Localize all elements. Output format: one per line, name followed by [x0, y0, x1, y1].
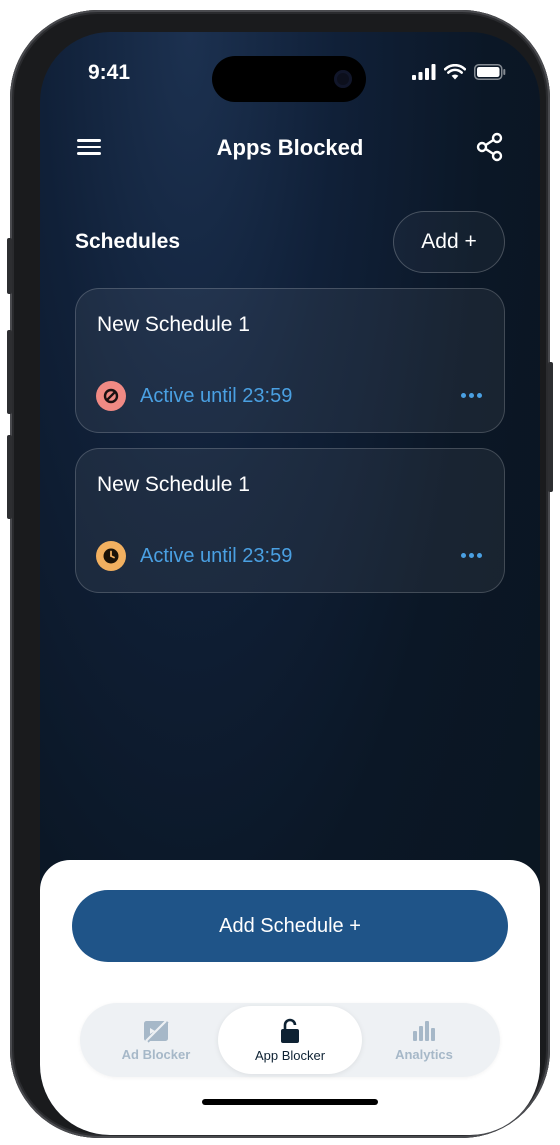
block-icon: [96, 381, 126, 411]
mute-switch: [7, 238, 12, 294]
schedule-title: New Schedule 1: [97, 313, 250, 336]
phone-frame: 9:41 Apps Blocked Schedules Add + New Sc…: [7, 10, 553, 1138]
dynamic-island: [212, 56, 366, 102]
status-time: 9:41: [88, 61, 131, 84]
tab-app-blocker[interactable]: App Blocker: [218, 1006, 362, 1074]
tab-label: App Blocker: [254, 1047, 326, 1063]
front-camera: [334, 70, 352, 88]
volume-up-button: [7, 330, 12, 414]
screen: 9:41 Apps Blocked Schedules Add + New Sc…: [40, 32, 540, 1135]
add-schedule-button[interactable]: Add Schedule +: [72, 890, 508, 962]
schedule-status-text: Active until 23:59: [140, 544, 293, 567]
schedule-status: Active until 23:59: [96, 541, 292, 571]
tab-label: Ad Blocker: [121, 1046, 191, 1062]
schedule-card[interactable]: New Schedule 1 Active until 23:59: [75, 448, 505, 593]
ad-blocker-icon: [144, 1019, 169, 1043]
header: Apps Blocked: [40, 127, 540, 173]
wifi-icon: [444, 64, 466, 80]
page-title: Apps Blocked: [216, 135, 364, 160]
add-schedule-small-button[interactable]: Add +: [393, 211, 505, 273]
lock-open-icon: [281, 1018, 299, 1043]
schedule-status: Active until 23:59: [96, 381, 292, 411]
schedule-card[interactable]: New Schedule 1 Active until 23:59: [75, 288, 505, 433]
bar-chart-icon: [413, 1020, 435, 1041]
home-indicator[interactable]: [202, 1099, 378, 1105]
tab-bar: Ad Blocker App Blocker Analytics: [80, 1003, 500, 1077]
power-button: [548, 362, 553, 492]
share-icon[interactable]: [474, 131, 506, 163]
tab-ad-blocker[interactable]: Ad Blocker: [84, 1006, 228, 1074]
clock-icon: [96, 541, 126, 571]
cellular-signal-icon: [412, 64, 436, 80]
tab-analytics[interactable]: Analytics: [352, 1006, 496, 1074]
volume-down-button: [7, 435, 12, 519]
schedule-title: New Schedule 1: [97, 473, 250, 496]
tab-label: Analytics: [395, 1046, 453, 1062]
more-options-icon[interactable]: [461, 393, 482, 398]
more-options-icon[interactable]: [461, 553, 482, 558]
status-icons: [412, 64, 506, 80]
bottom-panel: Add Schedule + Ad Blocker App Blocker An…: [40, 860, 540, 1135]
schedules-heading: Schedules: [75, 230, 181, 253]
battery-icon: [474, 64, 506, 80]
schedule-status-text: Active until 23:59: [140, 384, 293, 407]
